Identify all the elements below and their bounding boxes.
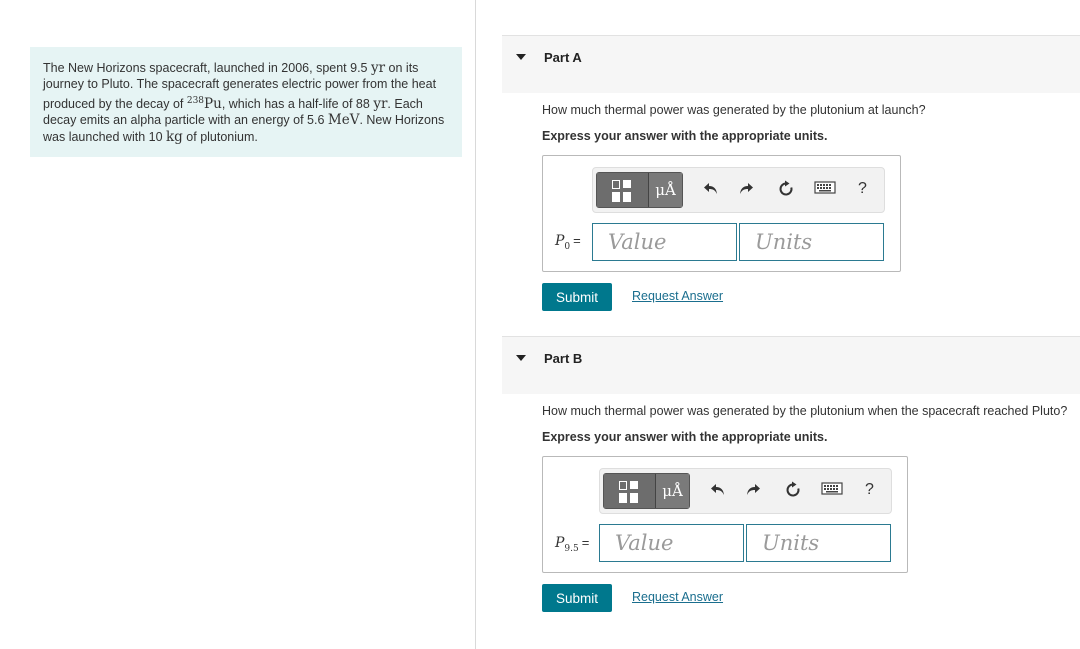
part-b-header[interactable]: Part B (502, 336, 1080, 394)
unit-yr: yr (370, 60, 386, 76)
keyboard-icon[interactable] (821, 481, 843, 501)
template-button-group: μÅ (603, 473, 690, 509)
reset-icon[interactable] (776, 180, 796, 200)
variable-subscript: 9.5 (564, 543, 579, 554)
reset-icon[interactable] (783, 481, 803, 501)
value-input[interactable] (592, 223, 737, 261)
equals-sign: = (573, 233, 581, 248)
variable-symbol: P (555, 535, 565, 551)
units-input[interactable] (739, 223, 884, 261)
variable-label: P0 = (555, 233, 581, 252)
part-a-instruction: Express your answer with the appropriate… (542, 129, 828, 143)
variable-subscript: 0 (564, 241, 571, 252)
undo-icon[interactable] (701, 180, 721, 200)
units-icon[interactable]: μÅ (649, 173, 682, 207)
part-a-question: How much thermal power was generated by … (542, 103, 926, 117)
redo-icon[interactable] (736, 180, 756, 200)
part-b-instruction: Express your answer with the appropriate… (542, 430, 828, 444)
template-button-group: μÅ (596, 172, 683, 208)
units-button-label: μÅ (655, 181, 676, 199)
units-input[interactable] (746, 524, 891, 562)
help-icon[interactable]: ? (865, 481, 874, 499)
isotope-mass-number: 238 (186, 95, 205, 106)
units-icon[interactable]: μÅ (656, 474, 689, 508)
templates-icon[interactable] (597, 173, 649, 207)
part-a-answer-box: μÅ ? P0 = (542, 155, 901, 272)
math-toolbar: μÅ ? (592, 167, 885, 213)
keyboard-icon[interactable] (814, 180, 836, 200)
undo-icon[interactable] (708, 481, 728, 501)
math-toolbar: μÅ ? (599, 468, 892, 514)
part-b-answer-box: μÅ ? P9.5 = (542, 456, 908, 573)
problem-text: The New Horizons spacecraft, launched in… (43, 61, 371, 75)
request-answer-link[interactable]: Request Answer (632, 590, 723, 604)
part-b-title: Part B (544, 351, 583, 366)
unit-mev: MeV (327, 112, 360, 129)
templates-icon[interactable] (604, 474, 656, 508)
value-input[interactable] (599, 524, 744, 562)
part-a-header[interactable]: Part A (502, 35, 1080, 93)
isotope-symbol: Pu (204, 95, 222, 112)
column-divider (475, 0, 476, 649)
variable-symbol: P (555, 233, 565, 249)
units-button-label: μÅ (662, 482, 683, 500)
problem-statement: The New Horizons spacecraft, launched in… (30, 47, 462, 157)
request-answer-link[interactable]: Request Answer (632, 289, 723, 303)
submit-button[interactable]: Submit (542, 584, 612, 612)
collapse-caret-icon[interactable] (516, 355, 526, 361)
collapse-caret-icon[interactable] (516, 54, 526, 60)
part-a-title: Part A (544, 50, 582, 65)
equals-sign: = (581, 535, 590, 550)
unit-kg: kg (166, 128, 183, 145)
problem-text: of plutonium. (182, 129, 258, 144)
unit-yr: yr (373, 95, 388, 112)
variable-label: P9.5 = (555, 535, 589, 554)
help-icon[interactable]: ? (858, 180, 867, 198)
submit-button[interactable]: Submit (542, 283, 612, 311)
redo-icon[interactable] (743, 481, 763, 501)
problem-text: , which has a half-life of 88 (221, 96, 374, 111)
part-b-question: How much thermal power was generated by … (542, 404, 1068, 418)
